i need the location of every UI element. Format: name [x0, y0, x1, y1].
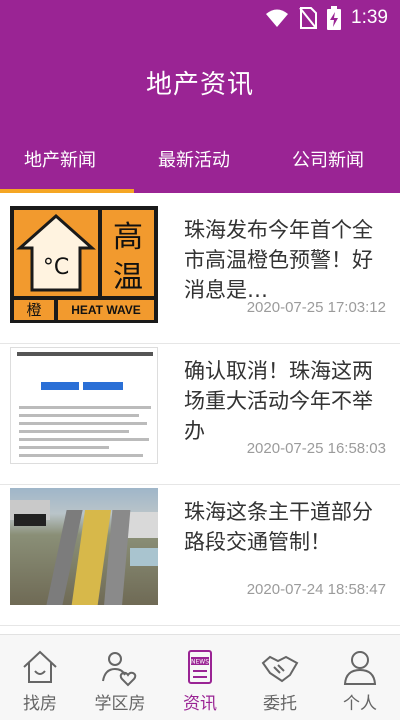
heat-wave-label: HEAT WAVE	[71, 303, 141, 317]
nav-news[interactable]: NEWS 资讯	[160, 635, 240, 720]
news-timestamp: 2020-07-25 17:03:12	[246, 299, 386, 316]
news-timestamp: 2020-07-25 16:58:03	[246, 440, 386, 457]
status-time: 1:39	[351, 7, 388, 28]
svg-text:NEWS: NEWS	[191, 659, 209, 666]
bottom-nav: 找房 学区房 NEWS 资讯 委托 个人	[0, 634, 400, 720]
handshake-icon	[261, 655, 299, 683]
status-icons: 1:39	[265, 6, 388, 30]
news-item[interactable]: 珠海这条主干道部分路段交通管制！ 2020-07-24 18:58:47	[0, 485, 400, 626]
heat-warning-label-panel: HEAT WAVE	[58, 300, 154, 320]
tab-latest-events[interactable]: 最新活动	[158, 146, 273, 172]
status-bar: 1:39	[0, 0, 400, 38]
thermometer-house-icon: °C	[16, 213, 96, 292]
building-graphic	[130, 548, 158, 566]
house-icon	[23, 650, 57, 683]
news-list: °C 高 温 橙 HEAT WAVE 珠海发布今年首个全市高温橙色预警！好消息是…	[0, 193, 400, 634]
news-title: 确认取消！珠海这两场重大活动今年不举办	[184, 359, 373, 443]
doc-text-line	[19, 438, 149, 441]
tab-bar: 地产新闻 最新活动 公司新闻	[0, 126, 400, 193]
wifi-icon	[266, 9, 289, 27]
doc-text-line	[19, 446, 109, 449]
nav-find-house[interactable]: 找房	[0, 635, 80, 720]
svg-text:°C: °C	[43, 255, 69, 280]
battery-charging-icon	[327, 6, 342, 30]
doc-heading-line	[17, 352, 153, 356]
heat-warning-level-panel: 橙	[14, 300, 54, 320]
school-district-icon	[102, 652, 137, 687]
nav-school-district[interactable]: 学区房	[80, 635, 160, 720]
tab-company-news[interactable]: 公司新闻	[292, 146, 400, 172]
nav-entrust[interactable]: 委托	[240, 635, 320, 720]
road-photo-tag	[14, 514, 46, 526]
heat-warning-char-1: 高	[113, 220, 143, 255]
doc-text-line	[19, 422, 147, 425]
no-sim-icon	[299, 7, 318, 29]
news-timestamp: 2020-07-24 18:58:47	[246, 581, 386, 598]
news-title: 珠海这条主干道部分路段交通管制！	[184, 500, 373, 554]
news-thumbnail-heat-warning: °C 高 温 橙 HEAT WAVE	[10, 206, 158, 323]
doc-text-line	[19, 430, 129, 433]
heat-warning-level: 橙	[26, 301, 42, 319]
nav-label: 资讯	[183, 694, 217, 714]
nav-label: 委托	[263, 694, 297, 714]
person-icon	[343, 651, 377, 685]
app-header: 地产资讯	[0, 38, 400, 126]
nav-label: 学区房	[94, 694, 146, 714]
news-thumbnail-document	[10, 347, 158, 464]
doc-text-line	[19, 414, 139, 417]
nav-label: 找房	[23, 694, 57, 714]
news-icon: NEWS	[188, 650, 212, 684]
doc-text-line	[19, 406, 151, 409]
heat-warning-char-2: 温	[113, 260, 143, 295]
news-title: 珠海发布今年首个全市高温橙色预警！好消息是…	[184, 218, 373, 302]
news-item[interactable]: °C 高 温 橙 HEAT WAVE 珠海发布今年首个全市高温橙色预警！好消息是…	[0, 203, 400, 344]
nav-label: 个人	[343, 694, 377, 714]
tab-property-news[interactable]: 地产新闻	[24, 146, 139, 172]
nav-profile[interactable]: 个人	[320, 635, 400, 720]
news-item[interactable]: 确认取消！珠海这两场重大活动今年不举办 2020-07-25 16:58:03	[0, 344, 400, 485]
heat-warning-symbol: °C	[14, 210, 98, 296]
news-thumbnail-road-aerial	[10, 488, 158, 605]
page-title: 地产资讯	[145, 70, 254, 100]
heat-warning-text-panel: 高 温	[102, 210, 154, 296]
doc-logo-graphic	[41, 382, 123, 390]
doc-text-line	[19, 454, 143, 457]
